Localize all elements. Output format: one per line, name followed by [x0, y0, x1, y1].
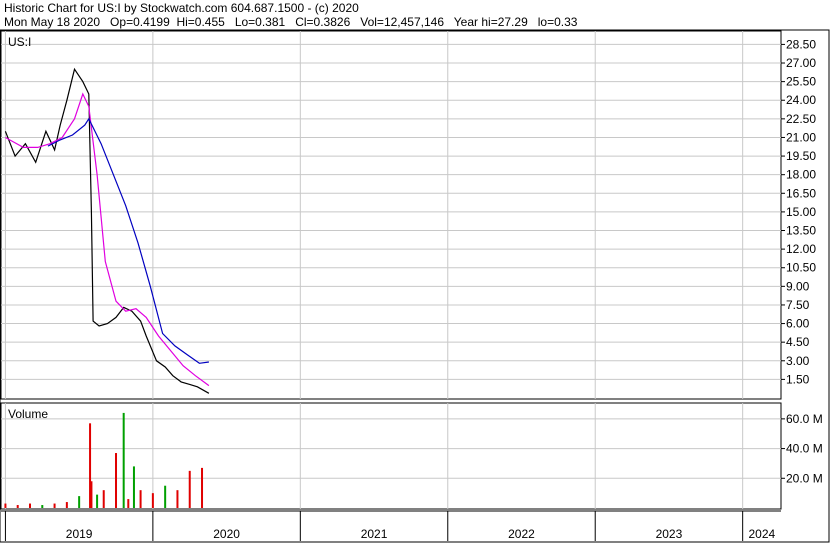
- volume-panel-title: Volume: [8, 407, 48, 421]
- volume-bar: [201, 467, 204, 508]
- price-tick-label: 24.00: [786, 93, 816, 107]
- volume-bar: [16, 505, 19, 508]
- price-tick-label: 12.00: [786, 242, 816, 256]
- volume-bar: [176, 490, 179, 508]
- price-tick-label: 22.50: [786, 112, 816, 126]
- volume-tick-label: 60.0 M: [786, 412, 823, 426]
- price-panel: [0, 30, 782, 400]
- volume-bar: [102, 490, 105, 508]
- volume-bar: [132, 466, 135, 508]
- volume-bar: [151, 493, 154, 508]
- price-tick-label: 25.50: [786, 75, 816, 89]
- volume-bar: [96, 494, 99, 508]
- price-tick-label: 13.50: [786, 224, 816, 238]
- volume-tick-label: 40.0 M: [786, 442, 823, 456]
- year-label: 2020: [213, 527, 240, 541]
- year-label: 2024: [748, 527, 775, 541]
- volume-bar: [4, 503, 7, 508]
- price-tick-label: 7.50: [786, 298, 810, 312]
- year-label: 2023: [656, 527, 683, 541]
- price-panel-title: US:I: [8, 35, 31, 49]
- volume-bar: [53, 503, 56, 508]
- volume-bar: [115, 453, 118, 508]
- volume-axis: 60.0 M 40.0 M 20.0 M: [781, 412, 823, 485]
- price-tick-label: 16.50: [786, 186, 816, 200]
- price-tick-label: 27.00: [786, 56, 816, 70]
- year-label: 2022: [508, 527, 535, 541]
- price-tick-label: 9.00: [786, 279, 810, 293]
- stock-chart: 28.50 27.00 25.50 24.00 22.50 21.00 19.50 18.00…: [0, 29, 830, 543]
- year-label: 2021: [361, 527, 388, 541]
- price-tick-label: 21.00: [786, 130, 816, 144]
- volume-bar: [139, 490, 142, 508]
- volume-bar: [127, 499, 130, 508]
- volume-bar: [41, 505, 44, 508]
- year-label: 2019: [66, 527, 93, 541]
- price-tick-label: 3.00: [786, 354, 810, 368]
- price-tick-label: 4.50: [786, 335, 810, 349]
- price-tick-label: 28.50: [786, 37, 816, 51]
- price-tick-label: 18.00: [786, 168, 816, 182]
- volume-bar: [78, 496, 81, 508]
- volume-bar: [122, 412, 125, 508]
- price-tick-label: 10.50: [786, 261, 816, 275]
- volume-bar: [188, 470, 191, 508]
- volume-bar: [90, 481, 93, 508]
- volume-tick-label: 20.0 M: [786, 471, 823, 485]
- price-tick-label: 1.50: [786, 372, 810, 386]
- volume-bar: [164, 485, 167, 508]
- price-tick-label: 6.00: [786, 317, 810, 331]
- price-tick-label: 19.50: [786, 149, 816, 163]
- price-tick-label: 15.00: [786, 205, 816, 219]
- volume-bar: [65, 502, 68, 508]
- volume-bar: [28, 503, 31, 508]
